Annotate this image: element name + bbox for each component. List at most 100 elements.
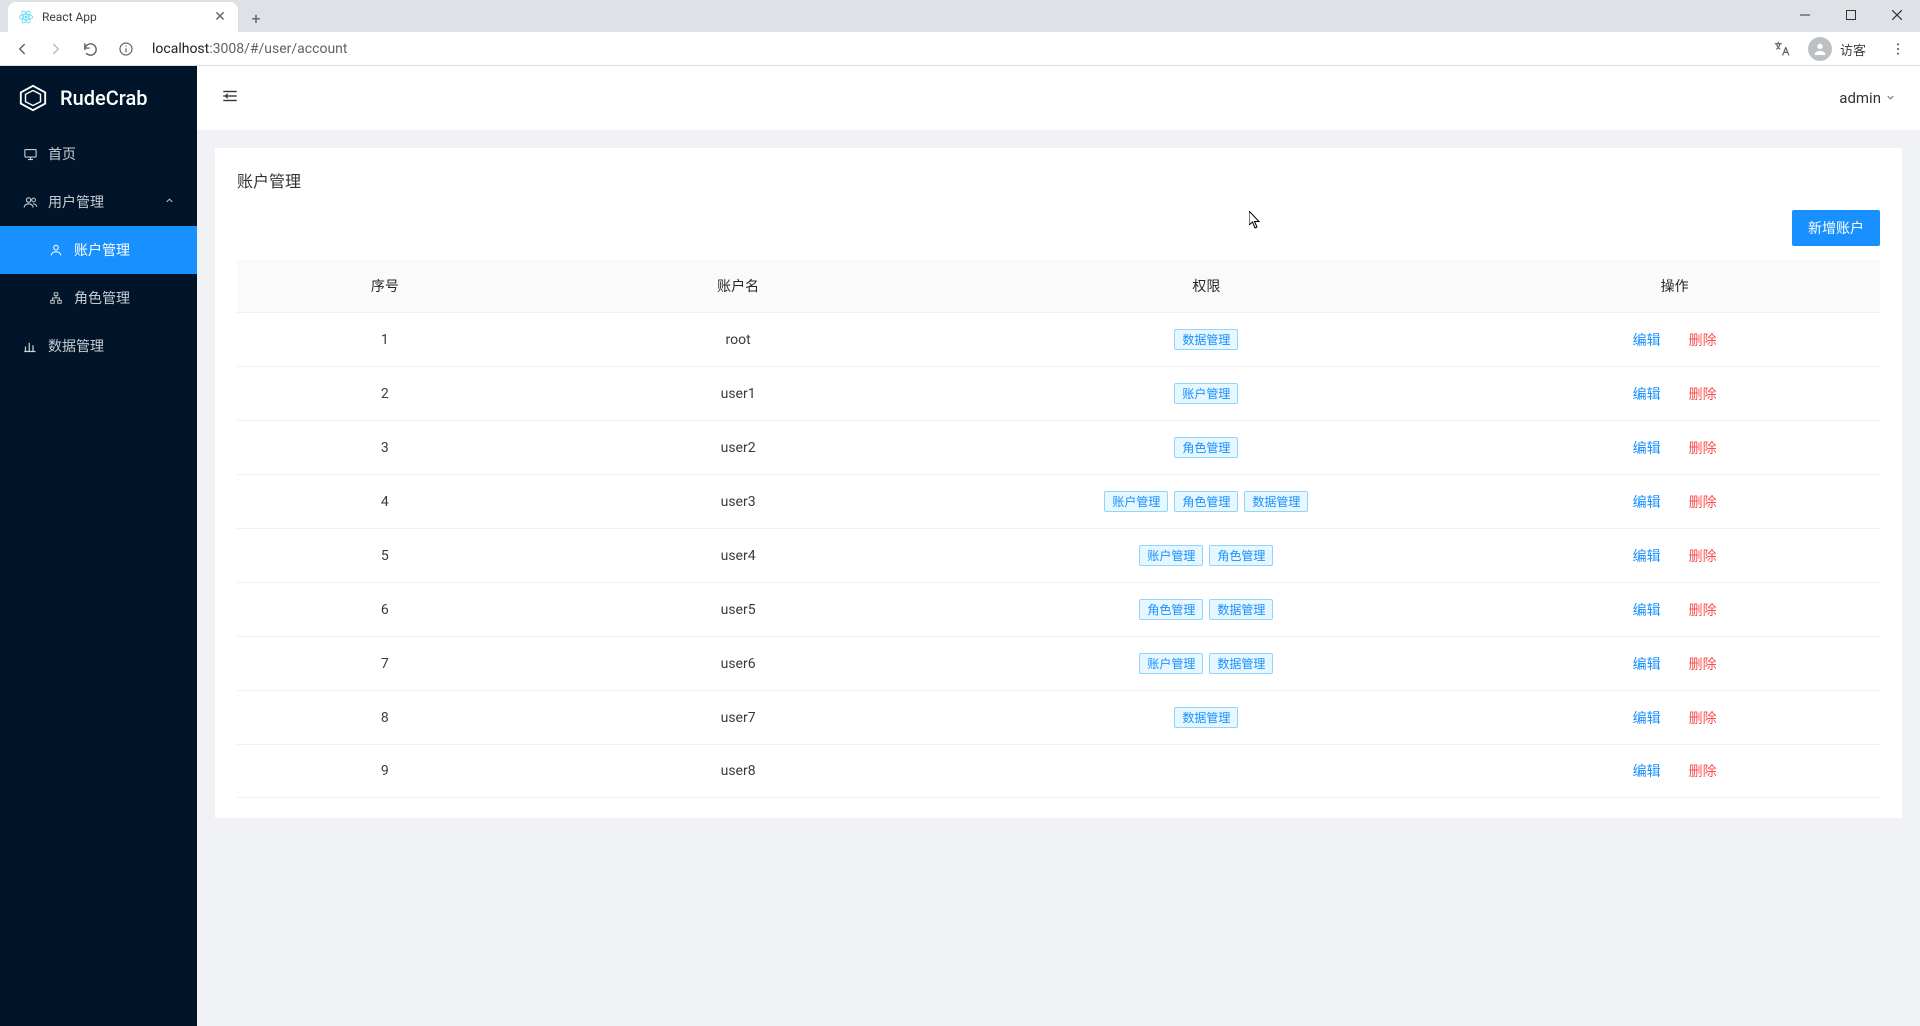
sidebar: RudeCrab 首页 用户管理 账户管理 角色管理 数据管理 (0, 66, 197, 1026)
sidebar-item-user-mgmt[interactable]: 用户管理 (0, 178, 197, 226)
cell-perms: 账户管理 (943, 367, 1469, 421)
cell-name: root (533, 313, 944, 367)
apartment-icon (48, 290, 64, 306)
cell-actions: 编辑 删除 (1469, 421, 1880, 475)
menu-collapse-icon[interactable] (221, 87, 239, 110)
delete-link[interactable]: 删除 (1689, 549, 1717, 565)
table-row: 9user8编辑删除 (237, 745, 1880, 798)
delete-link[interactable]: 删除 (1689, 764, 1717, 780)
permission-tag: 数据管理 (1209, 653, 1273, 674)
edit-link[interactable]: 编辑 (1633, 711, 1661, 727)
site-info-icon[interactable] (114, 37, 138, 61)
edit-link[interactable]: 编辑 (1633, 603, 1661, 619)
reload-button[interactable] (76, 35, 104, 63)
table-row: 5user4账户管理角色管理编辑删除 (237, 529, 1880, 583)
cell-actions: 编辑 删除 (1469, 529, 1880, 583)
user-dropdown[interactable]: admin (1839, 89, 1896, 107)
add-account-button[interactable]: 新增账户 (1792, 210, 1880, 246)
permission-tag: 账户管理 (1139, 653, 1203, 674)
table-row: 1root 数据管理 编辑 删除 (237, 313, 1880, 367)
delete-link[interactable]: 删除 (1689, 711, 1717, 727)
sidebar-item-home[interactable]: 首页 (0, 130, 197, 178)
profile-button[interactable]: 访客 (1802, 35, 1878, 63)
sidebar-item-label: 账户管理 (74, 240, 130, 260)
permission-tag: 角色管理 (1174, 491, 1238, 512)
window-close-button[interactable] (1874, 0, 1920, 30)
permission-tag: 数据管理 (1244, 491, 1308, 512)
username-label: admin (1839, 89, 1881, 107)
cell-index: 2 (237, 367, 533, 421)
sidebar-item-role[interactable]: 角色管理 (0, 274, 197, 322)
edit-link[interactable]: 编辑 (1633, 495, 1661, 511)
cell-name: user5 (533, 583, 944, 637)
table-header-row: 序号 账户名 权限 操作 (237, 260, 1880, 313)
edit-link[interactable]: 编辑 (1633, 657, 1661, 673)
back-button[interactable] (8, 35, 36, 63)
cell-perms: 数据管理 (943, 691, 1469, 745)
cell-name: user4 (533, 529, 944, 583)
window-controls (1782, 0, 1920, 30)
translate-icon[interactable] (1768, 35, 1796, 63)
delete-link[interactable]: 删除 (1689, 603, 1717, 619)
cell-name: user8 (533, 745, 944, 798)
user-icon (48, 242, 64, 258)
tab-bar: React App ✕ + (0, 0, 1920, 32)
browser-menu-icon[interactable] (1884, 35, 1912, 63)
window-maximize-button[interactable] (1828, 0, 1874, 30)
guest-label: 访客 (1840, 40, 1866, 59)
delete-link[interactable]: 删除 (1689, 333, 1717, 349)
table-row: 7user6账户管理数据管理编辑删除 (237, 637, 1880, 691)
table-row: 3user2角色管理编辑删除 (237, 421, 1880, 475)
sidebar-item-label: 数据管理 (48, 336, 104, 356)
sidebar-item-data[interactable]: 数据管理 (0, 322, 197, 370)
url-field[interactable]: localhost:3008/#/user/account (144, 37, 1762, 61)
edit-link[interactable]: 编辑 (1633, 764, 1661, 780)
cell-index: 6 (237, 583, 533, 637)
chevron-down-icon (1885, 89, 1896, 107)
main: admin 账户管理 新增账户 序号 账户名 权限 操作 (197, 66, 1920, 1026)
permission-tag: 账户管理 (1174, 383, 1238, 404)
table-row: 8user7数据管理编辑删除 (237, 691, 1880, 745)
react-favicon-icon (18, 9, 34, 25)
permission-tag: 角色管理 (1174, 437, 1238, 458)
tab-title: React App (42, 10, 212, 24)
cell-actions: 编辑 删除 (1469, 367, 1880, 421)
address-bar: localhost:3008/#/user/account 访客 (0, 32, 1920, 66)
cell-index: 5 (237, 529, 533, 583)
logo-icon (18, 83, 48, 113)
cell-perms: 账户管理角色管理数据管理 (943, 475, 1469, 529)
permission-tag: 数据管理 (1174, 707, 1238, 728)
toolbar: 新增账户 (237, 210, 1880, 246)
edit-link[interactable]: 编辑 (1633, 549, 1661, 565)
tab-close-icon[interactable]: ✕ (212, 9, 228, 25)
edit-link[interactable]: 编辑 (1633, 333, 1661, 349)
window-minimize-button[interactable] (1782, 0, 1828, 30)
delete-link[interactable]: 删除 (1689, 657, 1717, 673)
sidebar-item-account[interactable]: 账户管理 (0, 226, 197, 274)
table-row: 4user3账户管理角色管理数据管理编辑删除 (237, 475, 1880, 529)
cell-perms: 数据管理 (943, 313, 1469, 367)
forward-button[interactable] (42, 35, 70, 63)
avatar-icon (1808, 37, 1832, 61)
permission-tag: 数据管理 (1174, 329, 1238, 350)
edit-link[interactable]: 编辑 (1633, 441, 1661, 457)
permission-tag: 数据管理 (1209, 599, 1273, 620)
sidebar-item-label: 首页 (48, 144, 76, 164)
content: 账户管理 新增账户 序号 账户名 权限 操作 1root数据管理编辑删除2use… (197, 130, 1920, 1026)
delete-link[interactable]: 删除 (1689, 387, 1717, 403)
desktop-icon (22, 146, 38, 162)
edit-link[interactable]: 编辑 (1633, 387, 1661, 403)
users-icon (22, 194, 38, 210)
cell-actions: 编辑 删除 (1469, 313, 1880, 367)
card: 账户管理 新增账户 序号 账户名 权限 操作 1root数据管理编辑删除2use… (215, 148, 1902, 818)
cell-actions: 编辑 删除 (1469, 691, 1880, 745)
new-tab-button[interactable]: + (242, 4, 270, 32)
table-row: 2user1账户管理编辑删除 (237, 367, 1880, 421)
cell-index: 1 (237, 313, 533, 367)
delete-link[interactable]: 删除 (1689, 495, 1717, 511)
delete-link[interactable]: 删除 (1689, 441, 1717, 457)
topbar: admin (197, 66, 1920, 130)
browser-tab[interactable]: React App ✕ (8, 2, 238, 32)
permission-tag: 账户管理 (1104, 491, 1168, 512)
cell-index: 3 (237, 421, 533, 475)
